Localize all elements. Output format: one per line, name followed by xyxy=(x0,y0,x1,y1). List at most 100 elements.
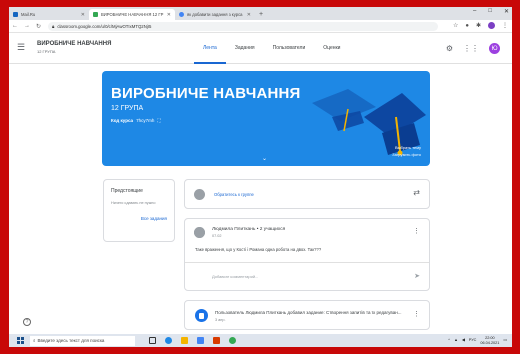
store-icon[interactable] xyxy=(197,337,204,344)
course-banner: ВИРОБНИЧЕ НАВЧАННЯ 12 ГРУПА Код курса 7h… xyxy=(102,71,430,166)
taskbar-search-text: Введите здесь текст для поиска xyxy=(37,338,105,343)
url-text: classroom.google.com/u/0/c/MjAwOTIxMTQ2N… xyxy=(57,23,152,29)
browser-tab[interactable]: Mail.Ru ✕ xyxy=(9,9,89,20)
edge-icon[interactable] xyxy=(165,337,172,344)
language-indicator[interactable]: РУС xyxy=(469,338,477,343)
classroom-tabs: Лента Задания Пользователи Оценки xyxy=(194,33,349,64)
browser-tab-active[interactable]: ВИРОБНИЧЕ НАВЧАННЯ 12 ГР ✕ xyxy=(89,9,175,20)
avatar[interactable]: Ю xyxy=(489,43,500,54)
course-code-value: 7hcy7mh xyxy=(136,118,155,123)
browser-actions: ☆ ● ✱ ⋮ xyxy=(453,22,508,29)
divider xyxy=(185,262,429,263)
profile-icon[interactable] xyxy=(488,22,495,29)
course-code-label: Код курса xyxy=(111,118,134,123)
announce-input[interactable]: Обратитесь к группе xyxy=(214,192,254,197)
tray-arrow-icon[interactable]: ^ xyxy=(448,338,450,343)
tab-stream[interactable]: Лента xyxy=(194,33,226,64)
task-notification[interactable]: Пользователь Людмила Плиткань добавил за… xyxy=(184,300,430,330)
task-date: 3 апр. xyxy=(215,318,226,322)
clock-date: 06.04.2021 xyxy=(480,340,500,345)
post-author-line: Людмила Плиткань • 2 учащихся xyxy=(212,227,285,232)
tab-people[interactable]: Пользователи xyxy=(264,33,315,64)
reload-icon[interactable]: ↻ xyxy=(33,23,44,30)
more-options-icon[interactable]: ⋮ xyxy=(413,227,420,235)
upcoming-title: Предстоящие xyxy=(111,188,143,194)
browser-tab-title: Mail.Ru xyxy=(21,12,36,17)
post-date: 07.02 xyxy=(212,234,222,238)
avatar xyxy=(194,227,205,238)
repost-icon[interactable]: ⇄ xyxy=(413,188,420,197)
comment-input[interactable]: Добавьте комментарий... xyxy=(212,272,410,281)
header-actions: ⚙ ⋮⋮ Ю xyxy=(446,43,500,54)
course-code[interactable]: Код курса 7hcy7mh ⛶ xyxy=(111,118,160,123)
browser-tab[interactable]: як добавити задання з курса ✕ xyxy=(175,9,255,20)
stream-post: Людмила Плиткань • 2 учащихся 07.02 ⋮ Та… xyxy=(184,218,430,291)
upcoming-subtitle: Ничего сдавать не нужно xyxy=(111,201,156,205)
volume-icon[interactable]: ◀ xyxy=(462,338,465,343)
help-icon[interactable]: ? xyxy=(23,318,31,326)
apps-grid-icon[interactable]: ⋮⋮ xyxy=(463,44,479,53)
back-icon[interactable]: ← xyxy=(9,23,21,29)
taskbar-search[interactable]: ⌕ Введите здесь текст для поиска xyxy=(30,335,135,346)
system-tray: ^ ▲ ◀ РУС 22:00 06.04.2021 ▭ xyxy=(448,336,507,345)
mail-icon xyxy=(13,12,18,17)
fullscreen-icon[interactable]: ⛶ xyxy=(157,118,160,123)
more-options-icon[interactable]: ⋮ xyxy=(413,310,420,318)
close-icon[interactable]: ✕ xyxy=(247,12,251,18)
select-theme-link[interactable]: Выбрать тему xyxy=(392,144,421,151)
star-icon[interactable]: ☆ xyxy=(453,22,458,29)
classroom-icon xyxy=(93,12,98,17)
post-recipients[interactable]: • 2 учащихся xyxy=(257,227,286,232)
window-controls: – □ ✕ xyxy=(473,8,509,15)
extension-icon[interactable]: ● xyxy=(465,23,469,29)
post-body: Таке враження, що у Кості і Романа одна … xyxy=(195,247,322,252)
send-icon[interactable]: ➤ xyxy=(414,272,420,280)
address-bar-row: ← → ↻ 🔒︎ classroom.google.com/u/0/c/MjAw… xyxy=(9,20,512,33)
hamburger-menu-icon[interactable]: ☰ xyxy=(17,42,25,53)
banner-group: 12 ГРУПА xyxy=(111,105,144,112)
gear-icon[interactable]: ⚙ xyxy=(446,44,453,53)
screen: Mail.Ru ✕ ВИРОБНИЧЕ НАВЧАННЯ 12 ГР ✕ як … xyxy=(9,7,512,347)
file-explorer-icon[interactable] xyxy=(181,337,188,344)
banner-links: Выбрать тему Загрузить фото xyxy=(392,144,421,158)
avatar xyxy=(194,189,205,200)
close-icon[interactable]: ✕ xyxy=(81,12,85,18)
url-field[interactable]: 🔒︎ classroom.google.com/u/0/c/MjAwOTIxMT… xyxy=(48,21,439,31)
windows-start-icon[interactable] xyxy=(17,337,24,344)
upload-photo-link[interactable]: Загрузить фото xyxy=(392,151,421,158)
maximize-button[interactable]: □ xyxy=(488,8,492,15)
post-author: Людмила Плиткань xyxy=(212,227,256,232)
search-icon: ⌕ xyxy=(33,338,36,343)
forward-icon[interactable]: → xyxy=(21,23,33,29)
view-all-link[interactable]: Все задания xyxy=(141,216,167,221)
browser-tab-bar: Mail.Ru ✕ ВИРОБНИЧЕ НАВЧАННЯ 12 ГР ✕ як … xyxy=(9,7,512,20)
browser-tab-title: ВИРОБНИЧЕ НАВЧАННЯ 12 ГР xyxy=(101,12,164,17)
lock-icon: 🔒︎ xyxy=(52,23,55,29)
chrome-icon[interactable] xyxy=(229,337,236,344)
new-tab-button[interactable]: + xyxy=(255,9,267,20)
office-icon[interactable] xyxy=(213,337,220,344)
google-icon xyxy=(179,12,184,17)
puzzle-icon[interactable]: ✱ xyxy=(476,22,481,29)
close-icon[interactable]: ✕ xyxy=(167,12,171,18)
announce-card[interactable]: Обратитесь к группе ⇄ xyxy=(184,179,430,209)
assignment-icon xyxy=(195,309,208,322)
kebab-menu-icon[interactable]: ⋮ xyxy=(502,22,508,29)
close-window-button[interactable]: ✕ xyxy=(504,8,509,15)
course-subtitle: 12 ГРУПА xyxy=(37,49,56,54)
clock[interactable]: 22:00 06.04.2021 xyxy=(480,336,499,345)
tab-grades[interactable]: Оценки xyxy=(314,33,349,64)
banner-title: ВИРОБНИЧЕ НАВЧАННЯ xyxy=(111,85,301,102)
notification-icon[interactable]: ▭ xyxy=(503,338,507,343)
task-text: Пользователь Людмила Плиткань добавил за… xyxy=(215,310,402,315)
taskbar-apps xyxy=(149,337,236,344)
minimize-button[interactable]: – xyxy=(473,8,476,15)
upcoming-card: Предстоящие Ничего сдавать не нужно Все … xyxy=(103,179,175,242)
chevron-down-icon[interactable]: ⌄ xyxy=(262,155,267,162)
task-view-icon[interactable] xyxy=(149,337,156,344)
network-icon[interactable]: ▲ xyxy=(454,338,458,343)
course-title[interactable]: ВИРОБНИЧЕ НАВЧАННЯ xyxy=(37,41,111,47)
windows-taskbar: ⌕ Введите здесь текст для поиска ^ ▲ ◀ Р… xyxy=(9,334,512,347)
browser-tab-title: як добавити задання з курса xyxy=(187,12,243,17)
tab-classwork[interactable]: Задания xyxy=(226,33,264,64)
